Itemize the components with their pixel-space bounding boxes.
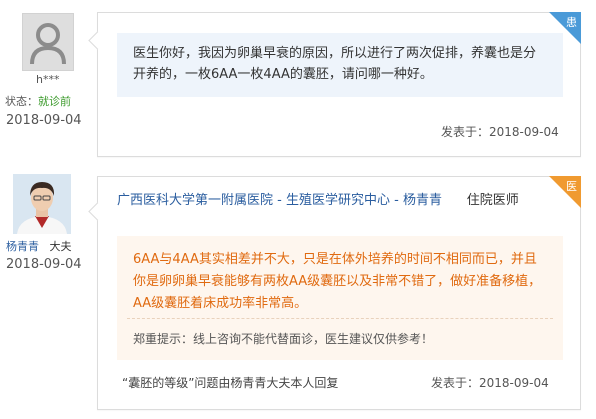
question-date: 2018-09-04 — [6, 113, 82, 128]
status-label: 状态： — [5, 95, 38, 108]
department-link[interactable]: 生殖医学研究中心 — [286, 193, 390, 208]
card-pointer — [88, 31, 107, 50]
card-pointer — [88, 202, 107, 221]
status-value: 就诊前 — [38, 95, 71, 108]
separator: - — [273, 193, 286, 208]
user-silhouette-icon — [30, 23, 66, 65]
doctor-title: 住院医师 — [466, 193, 519, 208]
patient-badge-text: 患 — [566, 16, 577, 29]
answer-date: 2018-09-04 — [6, 257, 82, 272]
question-text: 医生你好，我因为卵巢早衰的原因，所以进行了两次促排，养囊也是分开养的，一枚6AA… — [117, 33, 563, 97]
patient-name: h*** — [36, 73, 60, 86]
answer-text: 6AA与4AA其实相差并不大，只是在体外培养的时间不相同而已，并且你是卵卵巢早衰… — [133, 252, 542, 311]
doctor-avatar[interactable] — [13, 174, 71, 234]
separator: - — [390, 193, 403, 208]
posted-date: 2018-09-04 — [479, 376, 549, 390]
doctor-photo — [13, 174, 71, 234]
doctor-name-link[interactable]: 杨青青 — [6, 240, 39, 253]
answer-divider — [127, 318, 553, 319]
posted-label: 发表于： — [441, 125, 490, 139]
posted-date: 2018-09-04 — [489, 125, 559, 139]
answer-posted: 发表于：2018-09-04 — [431, 374, 549, 391]
answer-card: 医 广西医科大学第一附属医院 - 生殖医学研究中心 - 杨青青 住院医师 6AA… — [88, 176, 581, 410]
doctor-name-label: 杨青青 大夫 — [6, 238, 72, 254]
doctor-badge-text: 医 — [566, 180, 577, 193]
hospital-link[interactable]: 广西医科大学第一附属医院 — [117, 193, 273, 208]
patient-avatar — [22, 13, 74, 71]
posted-label: 发表于： — [431, 376, 480, 390]
doctor-link[interactable]: 杨青青 — [403, 193, 442, 208]
doctor-affiliation: 广西医科大学第一附属医院 - 生殖医学研究中心 - 杨青青 住院医师 — [117, 193, 563, 209]
question-card: 患 医生你好，我因为卵巢早衰的原因，所以进行了两次促排，养囊也是分开养的，一枚6… — [88, 12, 581, 157]
doctor-suffix: 大夫 — [49, 240, 72, 253]
question-posted: 发表于：2018-09-04 — [441, 123, 559, 140]
disclaimer: 郑重提示：线上咨询不能代替面诊，医生建议仅供参考！ — [133, 332, 434, 346]
patient-status: 状态：就诊前 — [5, 93, 71, 109]
answer-box: 6AA与4AA其实相差并不大，只是在体外培养的时间不相同而已，并且你是卵卵巢早衰… — [117, 236, 563, 360]
reply-note: “囊胚的等级”问题由杨青青大夫本人回复 — [122, 376, 339, 390]
